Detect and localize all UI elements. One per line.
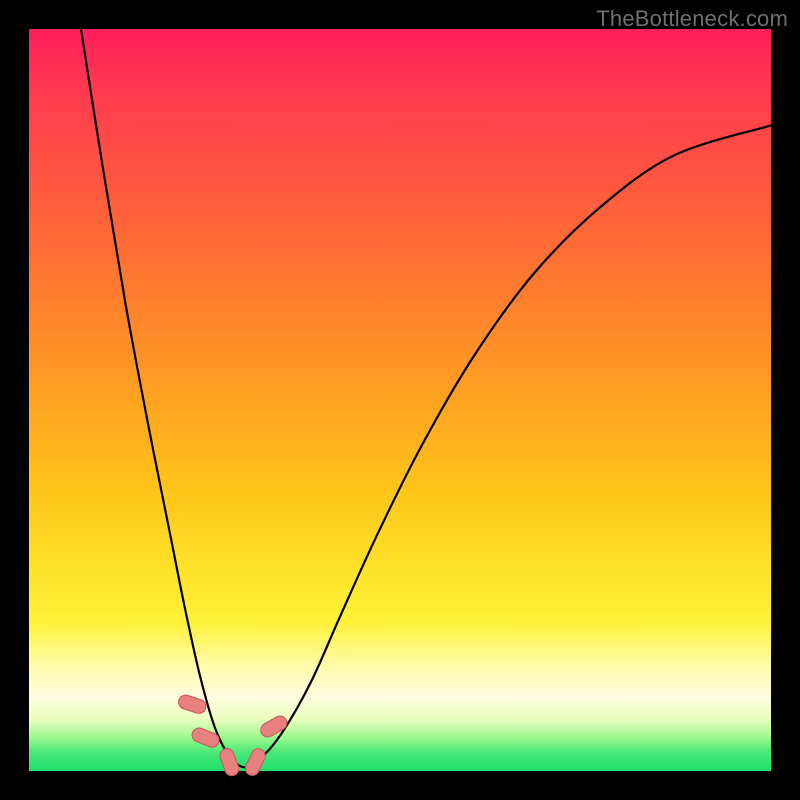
trough-marker: [177, 693, 208, 715]
trough-marker: [258, 713, 289, 739]
chart-frame: TheBottleneck.com: [0, 0, 800, 800]
curve-svg: [29, 29, 771, 771]
bottleneck-curve: [81, 29, 771, 767]
trough-markers: [177, 693, 290, 778]
trough-marker: [243, 746, 268, 777]
trough-marker: [218, 747, 241, 778]
plot-area: [29, 29, 771, 771]
